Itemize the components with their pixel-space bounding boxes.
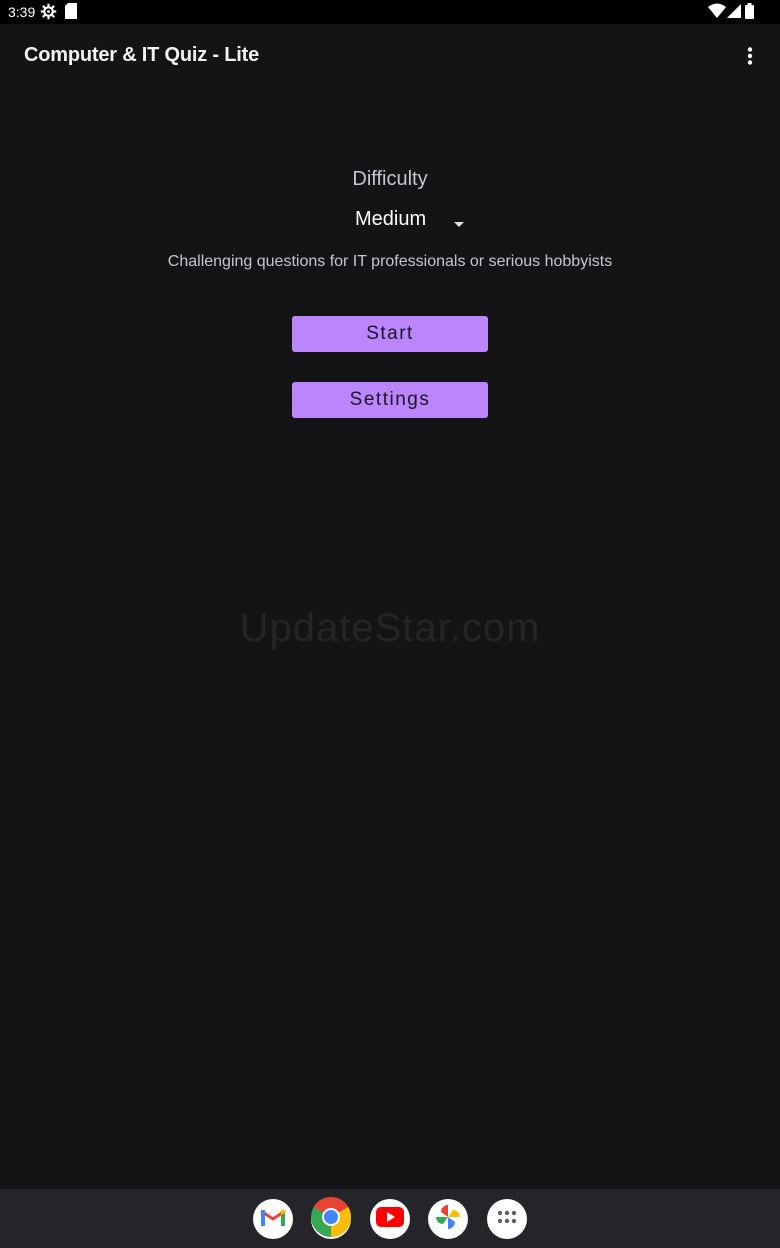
more-vert-icon [747, 46, 753, 70]
app-bar: Computer & IT Quiz - Lite [0, 24, 780, 88]
more-options-button[interactable] [736, 44, 764, 72]
gmail-app[interactable] [253, 1199, 293, 1239]
dock-bar [0, 1189, 780, 1248]
wifi-icon [708, 3, 726, 22]
app-title: Computer & IT Quiz - Lite [24, 44, 259, 66]
difficulty-label: Difficulty [352, 168, 428, 190]
battery-icon [745, 3, 754, 22]
dropdown-arrow-icon [454, 215, 464, 233]
settings-button[interactable]: Settings [292, 382, 488, 418]
chrome-app[interactable] [311, 1196, 351, 1242]
gmail-icon [260, 1207, 286, 1232]
status-bar: 3:39 [0, 0, 780, 24]
app-drawer-button[interactable] [487, 1199, 527, 1239]
difficulty-selected-value: Medium [355, 207, 427, 230]
difficulty-dropdown[interactable]: Medium [335, 202, 480, 236]
chrome-icon [311, 1196, 351, 1242]
photos-app[interactable] [428, 1199, 468, 1239]
youtube-app[interactable] [370, 1199, 410, 1239]
signal-icon [727, 3, 741, 22]
photos-icon [434, 1203, 462, 1236]
sd-card-icon [65, 3, 77, 22]
start-button[interactable]: Start [292, 316, 488, 352]
youtube-icon [376, 1206, 404, 1232]
watermark: UpdateStar.com [239, 606, 541, 650]
status-time: 3:39 [8, 4, 36, 20]
settings-icon [40, 3, 57, 23]
difficulty-description: Challenging questions for IT professiona… [167, 253, 613, 270]
app-drawer-icon [497, 1210, 517, 1229]
